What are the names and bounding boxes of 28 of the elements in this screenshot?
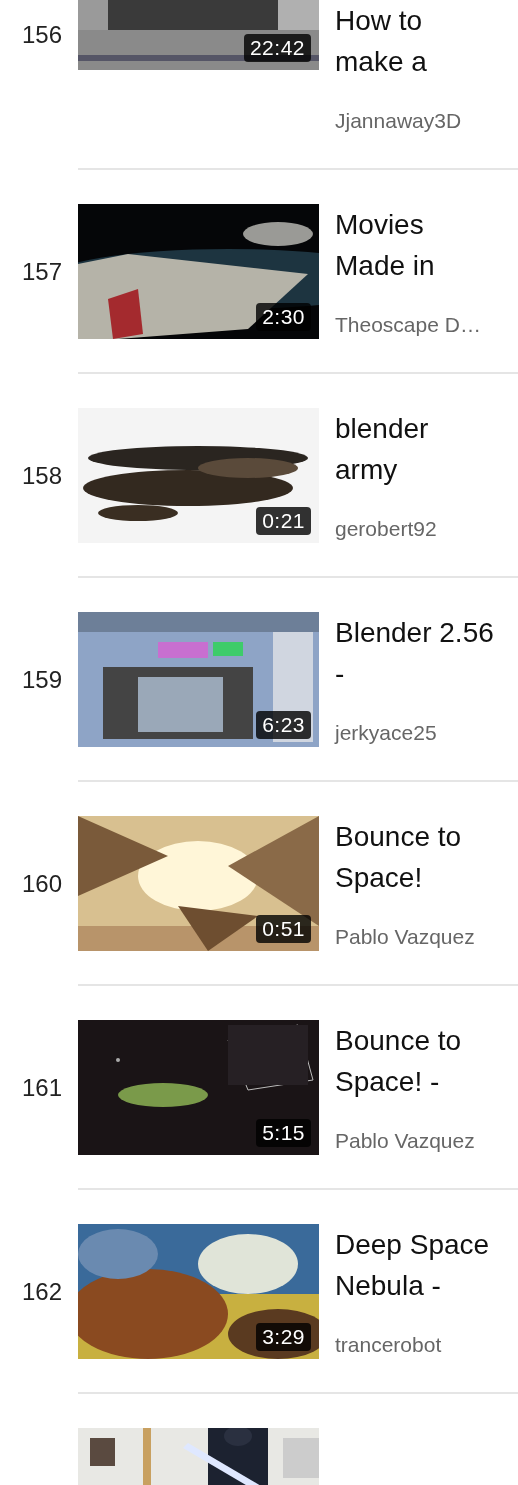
- index-number: 157: [20, 257, 63, 287]
- duration-badge: 6:23: [256, 711, 311, 739]
- duration-badge: 0:21: [256, 507, 311, 535]
- video-title[interactable]: Deep Space Nebula -: [335, 1224, 518, 1306]
- video-title[interactable]: Bounce to Space! -: [335, 1020, 518, 1102]
- channel-name: Pablo Vazquez: [335, 924, 476, 950]
- video-title[interactable]: Blender 2.56 -: [335, 612, 518, 694]
- duration-badge: 22:42: [243, 34, 311, 62]
- channel-name: Pablo Vazquez: [335, 1128, 476, 1154]
- index-number: 158: [20, 461, 63, 491]
- index-number: 156: [20, 20, 63, 50]
- index-number: 161: [20, 1073, 63, 1103]
- video-title[interactable]: blender army: [335, 408, 518, 490]
- duration-badge: 3:29: [256, 1323, 311, 1351]
- index-number: 162: [20, 1277, 63, 1307]
- video-title[interactable]: Bounce to Space!: [335, 816, 518, 898]
- duration-badge: 5:15: [256, 1119, 311, 1147]
- duration-badge: 2:30: [256, 303, 311, 331]
- index-number: 159: [20, 665, 63, 695]
- duration-badge: 0:51: [256, 915, 311, 943]
- channel-name: Theoscape D…: [335, 312, 482, 338]
- channel-name: jerkyace25: [335, 720, 438, 746]
- video-title[interactable]: Movies Made in: [335, 204, 518, 286]
- video-title[interactable]: How to make a: [335, 0, 518, 82]
- index-number: 160: [20, 869, 63, 899]
- channel-name: trancerobot: [335, 1332, 443, 1358]
- channel-name: Jjannaway3D: [335, 108, 463, 134]
- channel-name: gerobert92: [335, 516, 438, 542]
